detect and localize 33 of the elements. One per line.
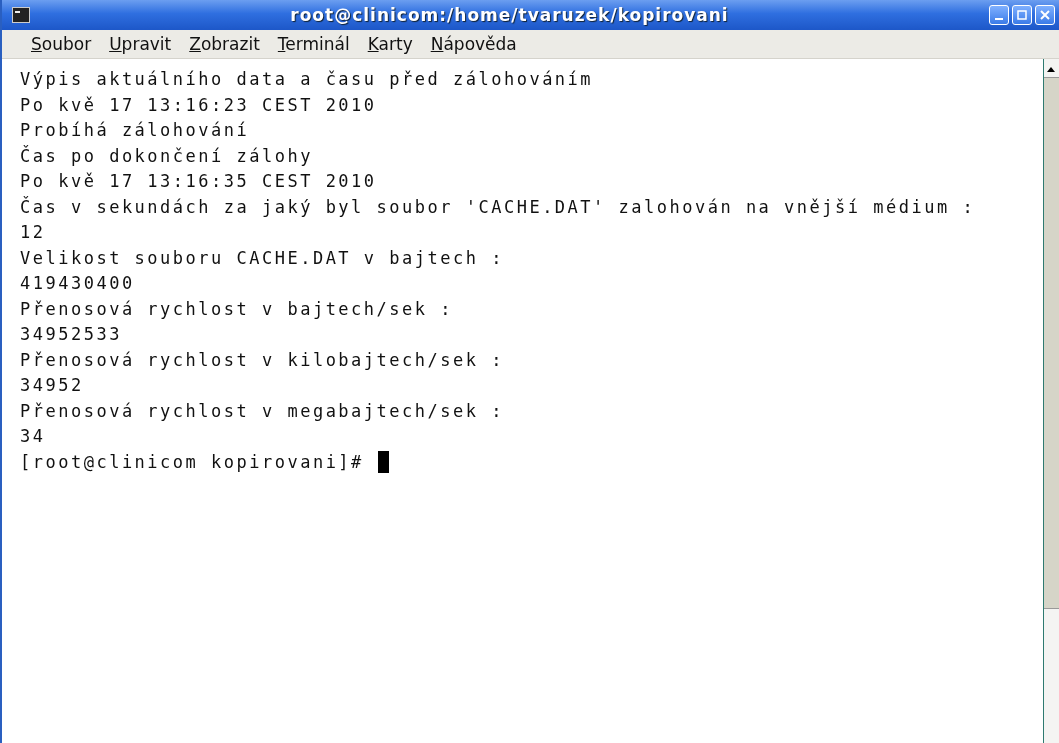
terminal-icon — [12, 7, 30, 23]
output-line: Probíhá zálohování — [20, 119, 251, 142]
menu-item[interactable]: Soubor — [22, 32, 101, 56]
output-line: 34 — [20, 425, 47, 448]
menu-item[interactable]: Zobrazit — [180, 32, 269, 56]
menu-item[interactable]: Upravit — [100, 32, 181, 56]
output-line: 12 — [20, 221, 47, 244]
output-line: 419430400 — [20, 272, 136, 295]
output-line: Po kvě 17 13:16:35 CEST 2010 — [20, 170, 378, 193]
output-line: Čas po dokončení zálohy — [20, 144, 314, 168]
output-line: 34952533 — [20, 323, 123, 346]
shell-prompt: [root@clinicom kopirovani]# — [20, 450, 364, 474]
maximize-button[interactable] — [1012, 5, 1032, 25]
minimize-button[interactable] — [989, 5, 1009, 25]
output-line: Přenosová rychlost v megabajtech/sek : — [20, 399, 505, 423]
output-line: Čas v sekundách za jaký byl soubor 'CACHE.DAT' zalohován na vnější médium : — [20, 195, 977, 219]
close-icon — [1040, 9, 1050, 21]
output-line: Výpis aktuálního data a času před zálohováním — [20, 68, 595, 91]
menu-item[interactable]: Karty — [358, 32, 422, 56]
output-line: Přenosová rychlost v bajtech/sek : — [20, 297, 454, 321]
output-line: Po kvě 17 13:16:23 CEST 2010 — [20, 93, 378, 117]
close-button[interactable] — [1035, 5, 1055, 25]
minimize-icon — [995, 18, 1003, 20]
output-line: Velikost souboru CACHE.DAT v bajtech : — [20, 246, 505, 270]
menu-item[interactable]: Nápověda — [421, 32, 526, 56]
output-line: 34952 — [20, 374, 85, 397]
text-cursor — [377, 451, 389, 474]
scrollbar-thumb[interactable] — [1044, 77, 1059, 609]
output-line: Přenosová rychlost v kilobajtech/sek : — [20, 348, 505, 372]
maximize-icon — [1016, 9, 1028, 21]
scrollbar[interactable] — [1043, 59, 1059, 743]
window-title: root@clinicom:/home/tvaruzek/kopirovani — [289, 5, 730, 25]
menu-item[interactable]: Terminál — [268, 32, 359, 56]
